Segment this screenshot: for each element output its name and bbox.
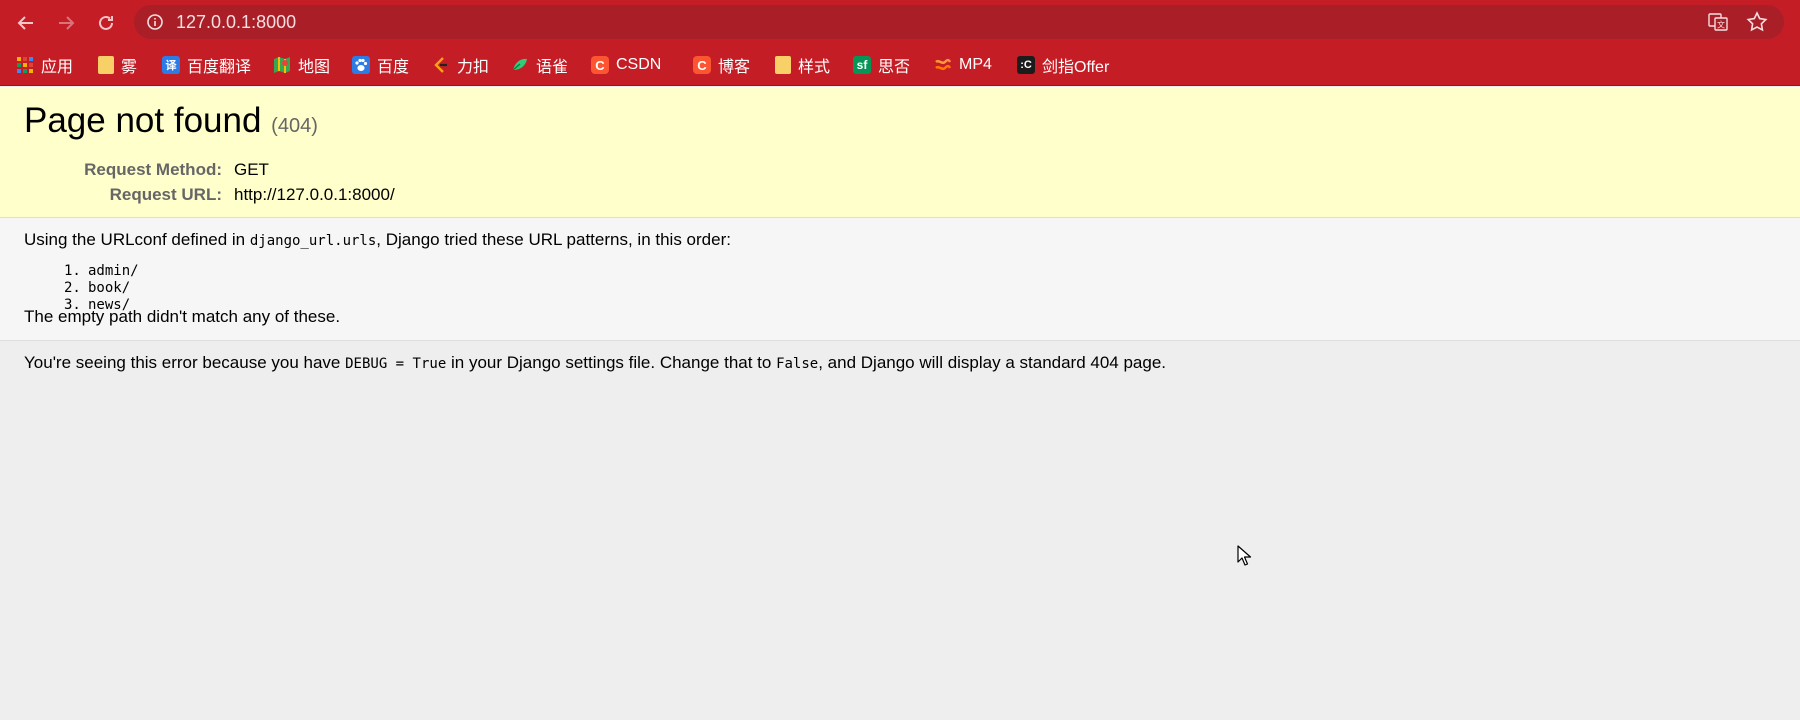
url-pattern-item: 1. admin/ xyxy=(64,263,139,279)
svg-text:文: 文 xyxy=(1717,20,1725,30)
bookmark-label: 思否 xyxy=(878,59,911,76)
urlconf-text: Using the URLconf defined in django_url.… xyxy=(24,230,731,249)
url-pattern-item: 2. book/ xyxy=(64,280,131,296)
error-summary: Page not found (404) Request Method: Req… xyxy=(0,87,1800,218)
maps-icon xyxy=(274,57,290,73)
apps-grid-icon xyxy=(17,57,33,73)
request-meta-labels: Request Method: Request URL: xyxy=(0,157,222,207)
bookmark-apps[interactable]: 应用 xyxy=(16,44,73,86)
page-title-text: Page not found xyxy=(24,101,262,140)
bookmark-mp4[interactable]: MP4 xyxy=(934,44,992,86)
translate-icon[interactable]: 文 xyxy=(1708,12,1728,32)
mp4-icon xyxy=(935,58,952,71)
back-button[interactable] xyxy=(13,10,39,36)
request-meta-values: GET http://127.0.0.1:8000/ xyxy=(234,157,395,207)
page-content: Page not found (404) Request Method: Req… xyxy=(0,87,1800,720)
bookmark-label: 力扣 xyxy=(457,59,490,76)
baidu-translate-icon: 译 xyxy=(162,56,180,74)
folder-icon xyxy=(775,56,791,74)
bookmarks-bar: 应用 雾 译 百度翻译 地图 百度 力扣 语雀 C CSDN C 博客 样式 s… xyxy=(0,44,1800,86)
no-match-text: The empty path didn't match any of these… xyxy=(24,307,341,326)
url-pattern: admin/ xyxy=(88,263,139,279)
bookmark-label: 剑指Offer xyxy=(1042,59,1110,76)
request-url-label: Request URL: xyxy=(109,185,222,204)
baidu-paw-icon xyxy=(352,56,370,74)
bookmark-label: 雾 xyxy=(121,59,138,76)
bookmark-label: 地图 xyxy=(298,59,331,76)
bookmark-label: MP4 xyxy=(959,56,992,73)
address-bar[interactable]: 127.0.0.1:8000 文 xyxy=(134,5,1784,39)
bookmark-label: 百度 xyxy=(377,59,410,76)
yuque-icon xyxy=(512,58,527,71)
bookmark-csdn[interactable]: C CSDN xyxy=(591,44,661,86)
bookmark-jianzhi-offer[interactable]: :C 剑指Offer xyxy=(1017,44,1109,86)
status-code: (404) xyxy=(271,115,318,137)
nowcoder-icon: :C xyxy=(1017,56,1035,74)
reload-button[interactable] xyxy=(93,10,119,36)
bookmark-baidu[interactable]: 百度 xyxy=(352,44,409,86)
bookmark-maps[interactable]: 地图 xyxy=(273,44,330,86)
bookmark-wu[interactable]: 雾 xyxy=(98,44,137,86)
bookmark-leetcode[interactable]: 力扣 xyxy=(432,44,489,86)
url-pattern: book/ xyxy=(88,280,131,296)
bookmark-yuque[interactable]: 语雀 xyxy=(511,44,568,86)
mouse-cursor-icon xyxy=(1237,545,1252,566)
bookmark-star-icon[interactable] xyxy=(1746,11,1768,33)
bookmark-label: 应用 xyxy=(41,59,74,76)
reload-icon xyxy=(99,15,113,30)
error-info: Using the URLconf defined in django_url.… xyxy=(0,218,1800,341)
request-url-value: http://127.0.0.1:8000/ xyxy=(234,185,395,204)
info-icon[interactable] xyxy=(146,13,164,31)
arrow-left-icon xyxy=(17,16,33,30)
urlconf-module: django_url.urls xyxy=(249,233,377,249)
page-title: Page not found (404) xyxy=(24,101,318,141)
request-method-label: Request Method: xyxy=(84,160,222,179)
bookmark-segmentfault[interactable]: sf 思否 xyxy=(853,44,910,86)
bookmark-label: CSDN xyxy=(616,56,662,73)
bookmark-label: 博客 xyxy=(718,59,751,76)
bookmark-baidu-translate[interactable]: 译 百度翻译 xyxy=(162,44,251,86)
debug-explanation-text: You're seeing this error because you hav… xyxy=(24,353,1167,372)
csdn-icon: C xyxy=(591,56,609,74)
forward-button[interactable] xyxy=(53,10,79,36)
leetcode-icon xyxy=(434,57,447,73)
debug-setting-code: DEBUG = True xyxy=(345,356,447,372)
bookmark-label: 语雀 xyxy=(536,59,569,76)
folder-icon xyxy=(98,56,114,74)
bookmark-label: 百度翻译 xyxy=(187,59,252,76)
bookmark-blog[interactable]: C 博客 xyxy=(693,44,750,86)
bookmark-label: 样式 xyxy=(798,59,831,76)
csdn-icon: C xyxy=(693,56,711,74)
segmentfault-icon: sf xyxy=(853,56,871,74)
address-url[interactable]: 127.0.0.1:8000 xyxy=(176,5,296,39)
bookmark-styles[interactable]: 样式 xyxy=(775,44,830,86)
browser-toolbar: 127.0.0.1:8000 文 xyxy=(0,0,1800,44)
error-explanation: You're seeing this error because you hav… xyxy=(0,341,1800,720)
arrow-right-icon xyxy=(59,16,75,30)
false-code: False xyxy=(776,356,819,372)
request-method-value: GET xyxy=(234,160,269,179)
